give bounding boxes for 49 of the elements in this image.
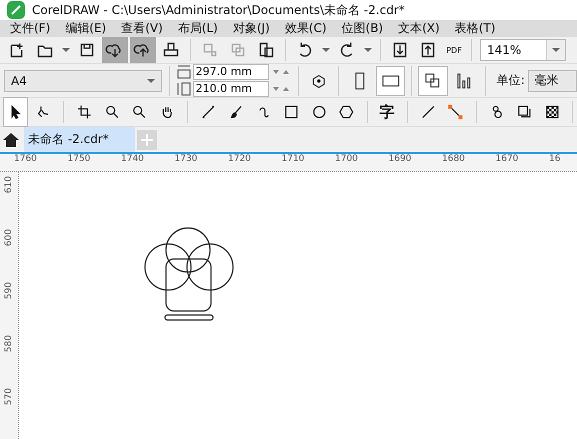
ruler-label: 590	[4, 282, 14, 300]
ruler-label: 16	[549, 154, 562, 166]
ruler-label: 1700	[335, 154, 359, 166]
home-icon[interactable]	[2, 130, 20, 148]
units-label: 单位:	[496, 72, 525, 89]
menu-item[interactable]: 表格(T)	[454, 20, 496, 37]
pdf-export-button[interactable]: PDF	[443, 46, 465, 54]
ruler-label: 580	[4, 335, 14, 352]
ruler-label: 1750	[68, 154, 92, 166]
ruler-label: 570	[4, 388, 14, 406]
menu-item[interactable]: 位图(B)	[342, 20, 384, 37]
ruler-label: 1710	[282, 154, 306, 166]
menu-item[interactable]: 文件(F)	[10, 20, 50, 37]
height-field[interactable]: 210.0 mm	[192, 81, 269, 97]
cloud-download-icon[interactable]	[102, 37, 128, 63]
all-pages-icon[interactable]	[419, 66, 448, 94]
caret-icon[interactable]	[364, 48, 372, 52]
zoom-dropdown[interactable]: 141%	[480, 39, 566, 61]
menu-item[interactable]: 编辑(E)	[65, 20, 106, 37]
ruler-label: 1740	[121, 154, 145, 166]
menu-item[interactable]: 对象(J)	[232, 20, 270, 37]
ruler-label: 1690	[388, 154, 412, 166]
caret-icon[interactable]	[62, 48, 70, 52]
ruler-label: 1680	[442, 154, 466, 166]
window-title: CorelDRAW - C:\Users\Administrator\Documents\未命名 -2.cdr*	[32, 2, 405, 18]
ruler-label: 1720	[228, 154, 252, 166]
ruler-label: 610	[4, 176, 14, 194]
ruler-label: 1760	[14, 154, 38, 166]
menu-item[interactable]: 效果(C)	[284, 20, 327, 37]
text-tool-button[interactable]: 字	[376, 102, 398, 122]
menu-item[interactable]: 布局(L)	[178, 20, 218, 37]
document-tab[interactable]: 未命名 -2.cdr*	[24, 127, 135, 152]
width-icon	[176, 65, 191, 79]
caret-icon[interactable]	[322, 48, 330, 52]
ruler-label: 1730	[174, 154, 198, 166]
menu-item[interactable]: 查看(V)	[121, 20, 163, 37]
page-size-dropdown[interactable]: A4	[4, 70, 162, 92]
height-icon	[176, 82, 191, 96]
pointer-icon[interactable]	[4, 98, 27, 126]
spinner-icon[interactable]	[270, 85, 291, 93]
ruler-label: 1670	[496, 154, 520, 166]
landscape-icon[interactable]	[376, 66, 404, 94]
menu-item[interactable]: 文本(X)	[398, 20, 440, 37]
cloud-upload-icon[interactable]	[130, 37, 156, 63]
spinner-icon[interactable]	[270, 68, 291, 76]
width-field[interactable]: 297.0 mm	[192, 64, 269, 80]
ruler-label: 600	[4, 229, 14, 246]
plus-icon	[140, 134, 153, 146]
units-dropdown[interactable]: 毫米	[528, 70, 577, 92]
